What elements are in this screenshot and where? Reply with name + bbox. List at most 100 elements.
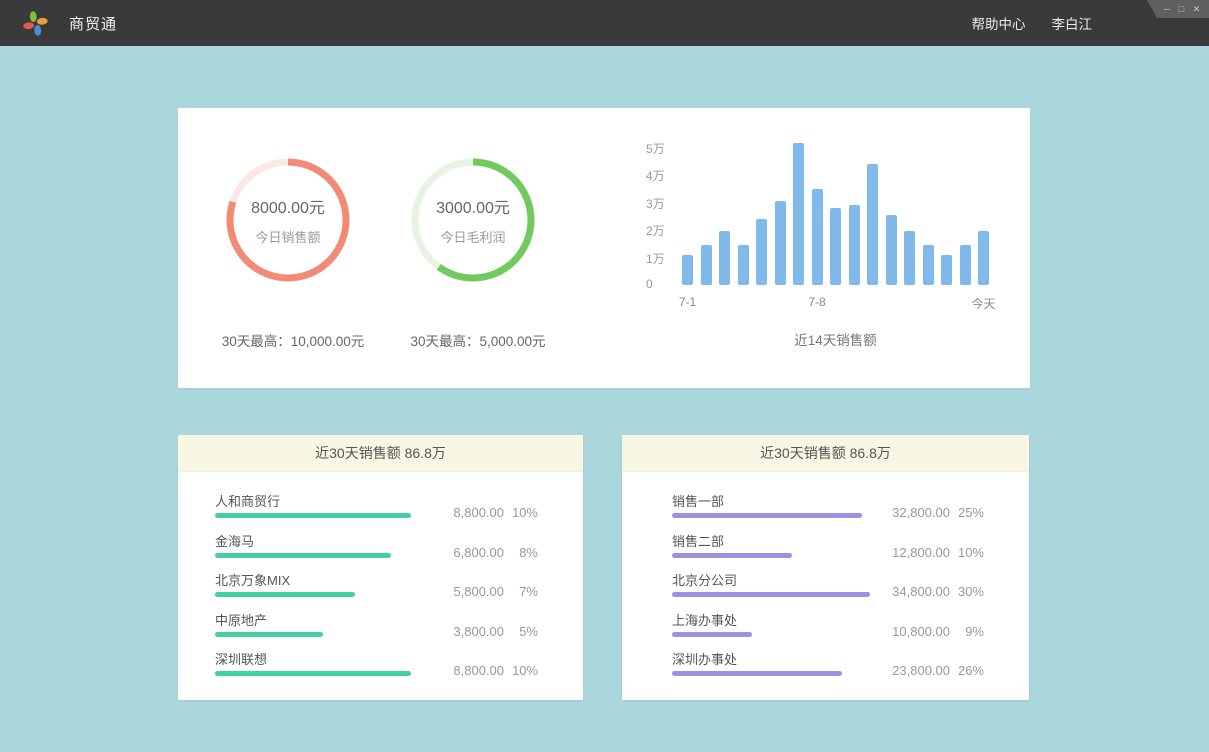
ranking-item-percent: 25% bbox=[950, 505, 984, 520]
minimize-icon[interactable]: ─ bbox=[1164, 5, 1170, 14]
ranking-item-percent: 10% bbox=[504, 505, 538, 520]
ranking-item-bar bbox=[215, 632, 323, 637]
daily-sales-bar bbox=[978, 231, 989, 285]
x-tick-label: 7-8 bbox=[808, 295, 825, 309]
y-tick-label: 5万 bbox=[646, 140, 665, 157]
ranking-row: 北京万象MIX5,800.007% bbox=[215, 568, 553, 608]
ranking-row: 中原地产3,800.005% bbox=[215, 608, 553, 648]
bar-chart-x-axis: 7-17-8今天 bbox=[682, 295, 989, 311]
today-sales-caption: 今日销售额 bbox=[255, 227, 320, 246]
ranking-item-value: 34,800.00 bbox=[865, 584, 950, 599]
titlebar-links: 帮助中心 李白江 bbox=[972, 0, 1093, 46]
ranking-item-percent: 9% bbox=[950, 624, 984, 639]
ranking-item-percent: 7% bbox=[504, 584, 538, 599]
ranking-row: 上海办事处10,800.009% bbox=[672, 608, 999, 648]
ranking-item-bar bbox=[215, 553, 391, 558]
daily-sales-bar bbox=[904, 231, 915, 285]
ranking-item-value: 10,800.00 bbox=[865, 624, 950, 639]
ranking-item-numbers: 32,800.0025% bbox=[865, 505, 984, 520]
ranking-item-percent: 10% bbox=[504, 663, 538, 678]
ranking-row: 销售二部12,800.0010% bbox=[672, 529, 999, 569]
today-profit-value: 3000.00元 bbox=[436, 194, 510, 218]
department-ranking-list: 销售一部32,800.0025%销售二部12,800.0010%北京分公司34,… bbox=[622, 472, 1029, 687]
titlebar: 商贸通 帮助中心 李白江 ─ □ ✕ bbox=[0, 0, 1209, 46]
daily-sales-bar bbox=[886, 215, 897, 285]
ranking-row: 人和商贸行8,800.0010% bbox=[215, 489, 553, 529]
customer-sales-ranking-card: 近30天销售额 86.8万 人和商贸行8,800.0010%金海马6,800.0… bbox=[178, 435, 583, 700]
ranking-item-bar bbox=[215, 671, 411, 676]
ranking-item-value: 8,800.00 bbox=[419, 505, 504, 520]
ranking-item-bar bbox=[215, 592, 355, 597]
ranking-item-value: 12,800.00 bbox=[865, 545, 950, 560]
department-sales-ranking-card: 近30天销售额 86.8万 销售一部32,800.0025%销售二部12,800… bbox=[622, 435, 1029, 700]
ranking-item-numbers: 3,800.005% bbox=[419, 624, 538, 639]
daily-sales-bar bbox=[775, 201, 786, 285]
ranking-item-percent: 26% bbox=[950, 663, 984, 678]
today-sales-value: 8000.00元 bbox=[251, 194, 325, 218]
daily-sales-bar bbox=[830, 208, 841, 285]
ranking-row: 北京分公司34,800.0030% bbox=[672, 568, 999, 608]
daily-sales-bar bbox=[793, 143, 804, 285]
ranking-item-value: 32,800.00 bbox=[865, 505, 950, 520]
ranking-item-numbers: 34,800.0030% bbox=[865, 584, 984, 599]
sales-14day-bar-chart bbox=[682, 139, 989, 285]
y-tick-label: 0 bbox=[646, 277, 653, 291]
ranking-item-numbers: 8,800.0010% bbox=[419, 663, 538, 678]
ranking-item-bar bbox=[672, 592, 870, 597]
ranking-item-numbers: 6,800.008% bbox=[419, 545, 538, 560]
today-profit-30day-max: 30天最高：5,000.00元 bbox=[368, 330, 588, 350]
window-controls: ─ □ ✕ bbox=[1147, 0, 1209, 18]
ranking-item-bar bbox=[672, 671, 842, 676]
ranking-item-bar bbox=[672, 553, 792, 558]
ranking-row: 销售一部32,800.0025% bbox=[672, 489, 999, 529]
user-name-link[interactable]: 李白江 bbox=[1052, 13, 1093, 33]
ranking-item-numbers: 10,800.009% bbox=[865, 624, 984, 639]
ranking-item-value: 6,800.00 bbox=[419, 545, 504, 560]
y-tick-label: 4万 bbox=[646, 167, 665, 184]
ranking-item-value: 23,800.00 bbox=[865, 663, 950, 678]
ranking-item-bar bbox=[215, 513, 411, 518]
maximize-icon[interactable]: □ bbox=[1179, 5, 1184, 14]
overview-card: 8000.00元 今日销售额 30天最高：10,000.00元 3000.00元… bbox=[178, 108, 1030, 388]
help-center-link[interactable]: 帮助中心 bbox=[972, 13, 1026, 33]
ranking-item-value: 3,800.00 bbox=[419, 624, 504, 639]
x-tick-label: 7-1 bbox=[679, 295, 696, 309]
customer-ranking-title: 近30天销售额 86.8万 bbox=[178, 435, 583, 472]
daily-sales-bar bbox=[812, 189, 823, 285]
ranking-item-bar bbox=[672, 513, 862, 518]
close-icon[interactable]: ✕ bbox=[1193, 5, 1201, 14]
ranking-item-bar bbox=[672, 632, 752, 637]
daily-sales-bar bbox=[719, 231, 730, 285]
y-tick-label: 1万 bbox=[646, 250, 665, 267]
daily-sales-bar bbox=[867, 164, 878, 285]
ranking-row: 深圳联想8,800.0010% bbox=[215, 647, 553, 687]
daily-sales-bar bbox=[738, 245, 749, 285]
ranking-row: 金海马6,800.008% bbox=[215, 529, 553, 569]
customer-ranking-list: 人和商贸行8,800.0010%金海马6,800.008%北京万象MIX5,80… bbox=[178, 472, 583, 687]
ranking-item-numbers: 5,800.007% bbox=[419, 584, 538, 599]
ranking-item-percent: 30% bbox=[950, 584, 984, 599]
today-profit-caption: 今日毛利润 bbox=[440, 227, 505, 246]
daily-sales-bar bbox=[701, 245, 712, 285]
ranking-item-value: 5,800.00 bbox=[419, 584, 504, 599]
ranking-item-numbers: 23,800.0026% bbox=[865, 663, 984, 678]
ranking-row: 深圳办事处23,800.0026% bbox=[672, 647, 999, 687]
app-title: 商贸通 bbox=[69, 13, 117, 34]
daily-sales-bar bbox=[923, 245, 934, 285]
daily-sales-bar bbox=[756, 219, 767, 285]
bar-chart-title: 近14天销售额 bbox=[682, 329, 989, 349]
ranking-item-value: 8,800.00 bbox=[419, 663, 504, 678]
y-tick-label: 3万 bbox=[646, 195, 665, 212]
daily-sales-bar bbox=[682, 255, 693, 285]
ranking-item-numbers: 8,800.0010% bbox=[419, 505, 538, 520]
x-tick-label: 今天 bbox=[971, 295, 995, 312]
today-sales-donut-chart: 8000.00元 今日销售额 bbox=[223, 155, 353, 285]
today-profit-donut-chart: 3000.00元 今日毛利润 bbox=[408, 155, 538, 285]
app-logo-pinwheel-icon bbox=[22, 10, 49, 37]
department-ranking-title: 近30天销售额 86.8万 bbox=[622, 435, 1029, 472]
daily-sales-bar bbox=[960, 245, 971, 285]
daily-sales-bar bbox=[941, 255, 952, 285]
ranking-item-numbers: 12,800.0010% bbox=[865, 545, 984, 560]
daily-sales-bar bbox=[849, 205, 860, 285]
ranking-item-percent: 10% bbox=[950, 545, 984, 560]
